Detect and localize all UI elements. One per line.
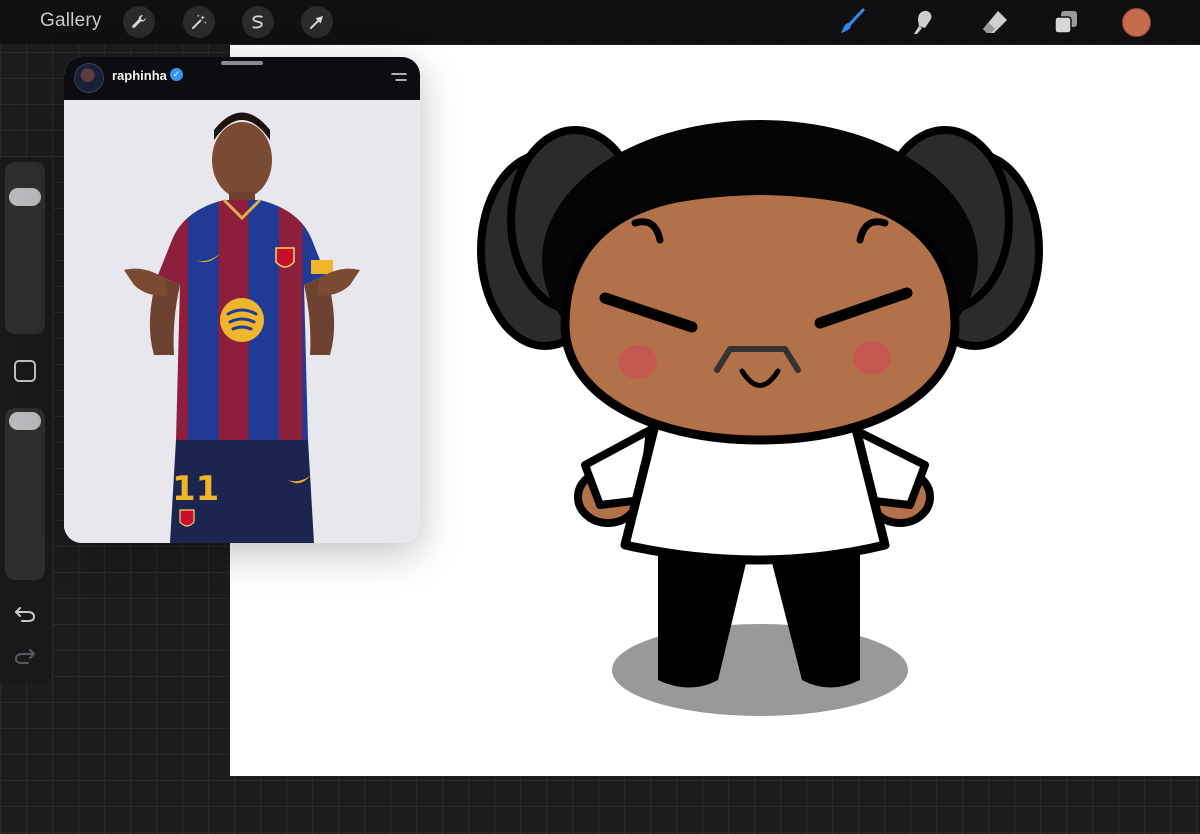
reference-username: raphinha <box>112 68 167 83</box>
left-cheek <box>619 345 657 379</box>
magic-wand-icon[interactable] <box>183 6 215 38</box>
layers-icon[interactable] <box>1050 6 1082 38</box>
face <box>560 185 960 445</box>
brush-icon[interactable] <box>836 6 868 38</box>
eraser-icon[interactable] <box>979 6 1011 38</box>
gallery-button[interactable]: Gallery <box>40 10 102 32</box>
verified-badge-icon: ✓ <box>170 68 183 81</box>
right-cheek <box>853 341 891 375</box>
reference-photo: 11 <box>64 100 420 543</box>
brush-size-thumb[interactable] <box>9 188 41 206</box>
ground-shadow <box>612 624 908 716</box>
jersey-number: 11 <box>172 469 219 509</box>
menu-icon[interactable] <box>390 71 408 85</box>
smudge-icon[interactable] <box>907 6 939 38</box>
opacity-slider[interactable] <box>5 408 45 580</box>
modify-button[interactable] <box>14 360 36 382</box>
drag-handle[interactable] <box>221 61 263 65</box>
brush-size-slider[interactable] <box>5 162 45 334</box>
color-picker-swatch[interactable] <box>1122 8 1151 37</box>
opacity-thumb[interactable] <box>9 412 41 430</box>
wrench-icon[interactable] <box>123 6 155 38</box>
top-toolbar: Gallery <box>0 0 1200 44</box>
avatar <box>74 63 104 93</box>
white-shirt <box>620 420 890 565</box>
transform-arrow-icon[interactable] <box>301 6 333 38</box>
reference-window[interactable]: raphinha ✓ 11 <box>64 57 420 543</box>
redo-icon[interactable] <box>12 644 38 668</box>
selection-icon[interactable] <box>242 6 274 38</box>
side-toolbar <box>0 158 52 684</box>
undo-icon[interactable] <box>12 602 38 626</box>
